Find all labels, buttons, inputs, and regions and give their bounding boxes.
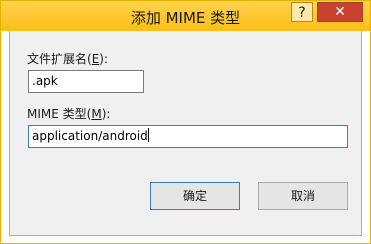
file-extension-input[interactable]: .apk [28,70,144,93]
title-bar[interactable]: 添加 MIME 类型 ? ✕ [1,1,370,31]
mime-type-access-key: M [91,107,102,121]
help-button[interactable]: ? [291,2,313,22]
mime-type-label: MIME 类型(M): [27,107,111,121]
ok-button[interactable]: 确定 [150,182,240,210]
cancel-button[interactable]: 取消 [258,182,348,210]
mime-type-value: application/android [32,129,148,143]
close-icon: ✕ [334,4,346,20]
help-icon: ? [298,5,306,21]
file-extension-value: .apk [32,74,58,88]
mime-type-input[interactable]: application/android [28,125,348,148]
close-button[interactable]: ✕ [317,2,363,22]
dialog-title: 添加 MIME 类型 [130,9,241,27]
add-mime-type-dialog: 添加 MIME 类型 ? ✕ 文件扩展名(E): .apk MIME 类型(M)… [0,0,371,244]
text-caret [147,128,149,142]
file-extension-label: 文件扩展名(E): [27,52,109,66]
dialog-body: 文件扩展名(E): .apk MIME 类型(M): application/a… [9,31,362,236]
